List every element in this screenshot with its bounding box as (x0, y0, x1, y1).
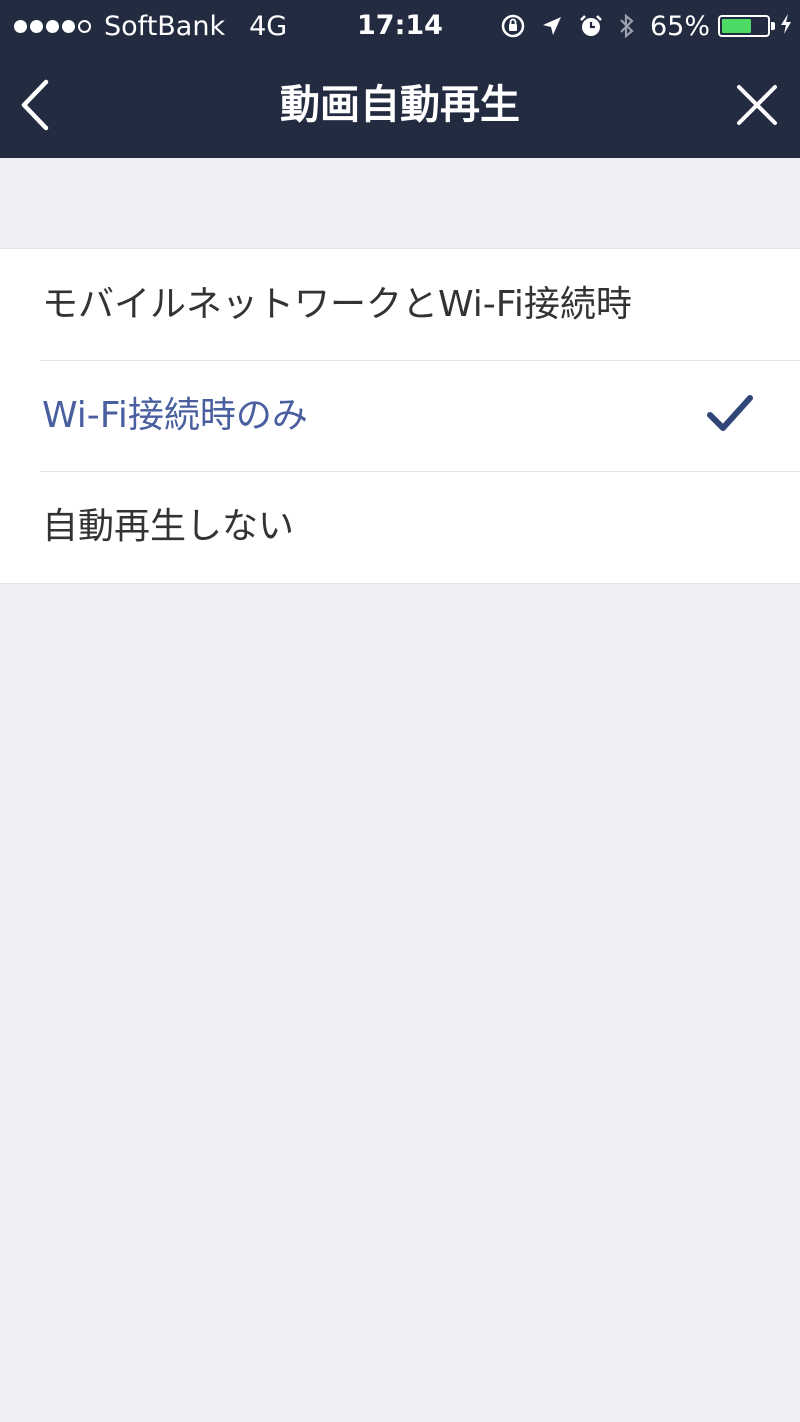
rotation-lock-icon (500, 13, 526, 39)
option-wifi-only[interactable]: Wi-Fi接続時のみ (0, 360, 800, 471)
page-title: 動画自動再生 (280, 82, 520, 128)
bluetooth-icon (618, 12, 636, 40)
alarm-icon (578, 13, 604, 39)
option-mobile-and-wifi[interactable]: モバイルネットワークとWi-Fi接続時 (0, 249, 800, 360)
battery-icon (718, 15, 775, 37)
header: SoftBank 4G 17:14 65% 動画自動再生 (0, 0, 800, 158)
option-label: モバイルネットワークとWi-Fi接続時 (42, 284, 632, 325)
charging-icon (780, 11, 792, 42)
close-button[interactable] (736, 84, 778, 126)
option-no-autoplay[interactable]: 自動再生しない (0, 471, 800, 582)
autoplay-options-list: モバイルネットワークとWi-Fi接続時 Wi-Fi接続時のみ 自動再生しない (0, 248, 800, 584)
status-bar: SoftBank 4G 17:14 65% (0, 0, 800, 52)
close-icon (737, 85, 777, 125)
status-right: 65% (500, 8, 792, 44)
battery-level-fill (722, 19, 751, 33)
checkmark-icon (707, 395, 753, 431)
navigation-bar: 動画自動再生 (0, 52, 800, 158)
location-icon (540, 14, 564, 38)
option-label: 自動再生しない (42, 506, 295, 547)
battery-percentage: 65% (649, 10, 710, 42)
option-label: Wi-Fi接続時のみ (42, 395, 308, 436)
